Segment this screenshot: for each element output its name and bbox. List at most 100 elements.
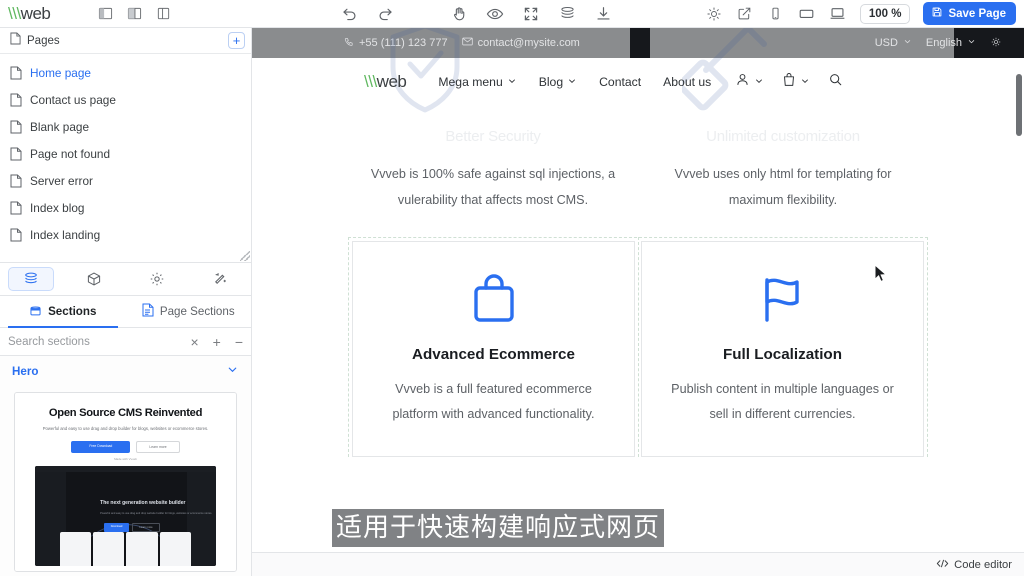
search-icon[interactable] — [828, 72, 843, 92]
save-page-label: Save Page — [948, 7, 1006, 20]
site-email[interactable]: contact@mysite.com — [461, 37, 580, 49]
save-page-button[interactable]: Save Page — [923, 2, 1016, 25]
faded-section-titles: Better Security Unlimited customization — [348, 128, 928, 154]
feature-text: Vvveb uses only html for templating for … — [674, 167, 892, 207]
code-editor-button[interactable]: Code editor — [936, 558, 1012, 572]
user-icon — [735, 72, 750, 92]
currency-selector[interactable]: USD — [875, 37, 912, 49]
thumbnail-secondary-button: Learn more — [136, 440, 180, 453]
nav-link-label: Contact — [599, 75, 642, 89]
section-thumbnail-hero[interactable]: Open Source CMS Reinvented Powerful and … — [14, 392, 237, 572]
document-icon — [10, 93, 22, 107]
tab-page-sections-label: Page Sections — [159, 305, 235, 318]
thumbnail-primary-button: Free Download — [71, 440, 131, 453]
close-icon[interactable]: × — [190, 335, 198, 349]
site-nav-icons — [735, 72, 843, 92]
sections-tab-bar: Sections Page Sections — [0, 296, 251, 328]
left-sidebar: Pages + Home page Contact us page Blank … — [0, 28, 252, 576]
tablet-icon[interactable] — [798, 5, 816, 23]
layers-icon — [8, 267, 55, 291]
feature-cell-customization[interactable]: Vvveb uses only html for templating for … — [638, 154, 928, 232]
language-selector[interactable]: English — [926, 37, 976, 49]
sun-icon[interactable] — [705, 5, 723, 23]
sidebar-item-settings[interactable] — [126, 263, 189, 295]
layers-icon[interactable] — [558, 5, 576, 23]
thumbnail-inner-btn2: Learn more — [132, 522, 160, 532]
nav-link-blog[interactable]: Blog — [539, 75, 577, 89]
sidebar-item-sections[interactable] — [0, 263, 63, 295]
nav-link-contact[interactable]: Contact — [599, 75, 641, 89]
page-item-index-blog[interactable]: Index blog — [0, 194, 251, 221]
zoom-level[interactable]: 100 % — [859, 3, 911, 24]
desktop-icon[interactable] — [829, 5, 847, 23]
undo-icon[interactable] — [340, 5, 358, 23]
feature-card-ecommerce[interactable]: Advanced Ecommerce Vvveb is a full featu… — [352, 240, 635, 458]
bag-icon — [782, 72, 796, 92]
sidebar-item-ai[interactable] — [188, 263, 251, 295]
fullscreen-icon[interactable] — [522, 5, 540, 23]
page-item-not-found[interactable]: Page not found — [0, 140, 251, 167]
theme-toggle-icon[interactable] — [990, 36, 1002, 51]
page-item-index-landing[interactable]: Index landing — [0, 221, 251, 248]
feature-title: Advanced Ecommerce — [412, 345, 575, 363]
external-link-icon[interactable] — [736, 5, 754, 23]
panel-split-icon[interactable] — [125, 5, 143, 23]
accordion-hero[interactable]: Hero — [0, 356, 251, 386]
chevron-down-icon — [800, 73, 810, 91]
mobile-icon[interactable] — [767, 5, 785, 23]
cube-icon — [72, 268, 116, 290]
device-actions-group: 100 % Save Page — [705, 2, 1016, 25]
app-logo[interactable]: \\\ web — [8, 4, 86, 24]
box-icon — [29, 304, 42, 320]
tab-page-sections[interactable]: Page Sections — [126, 296, 252, 327]
chevron-down-icon — [903, 37, 912, 49]
logo-wordmark: web — [20, 3, 51, 23]
expand-all-icon[interactable]: + — [213, 335, 221, 349]
page-item-blank[interactable]: Blank page — [0, 113, 251, 140]
tab-sections[interactable]: Sections — [0, 296, 126, 328]
collapse-all-icon[interactable]: − — [235, 335, 243, 349]
document-icon — [10, 147, 22, 161]
thumbnail-subtitle: Powerful and easy to use drag and drop b… — [42, 426, 209, 431]
scrollbar-thumb[interactable] — [1016, 74, 1022, 136]
page-label: Index blog — [30, 200, 85, 215]
panel-right-icon[interactable] — [154, 5, 172, 23]
download-icon[interactable] — [594, 5, 612, 23]
cart-button[interactable] — [782, 72, 810, 92]
page-label: Server error — [30, 173, 93, 188]
hand-icon[interactable] — [450, 5, 468, 23]
site-email-label: contact@mysite.com — [477, 37, 580, 49]
logo-wordmark: web — [376, 72, 407, 91]
redo-icon[interactable] — [376, 5, 394, 23]
pages-header: Pages + — [0, 28, 251, 54]
user-account-button[interactable] — [735, 72, 764, 92]
site-navbar: \\\web Mega menu Blog Contact About us — [348, 58, 928, 106]
thumbnail-inner-sub: Powerful and easy to use drag and drop w… — [100, 511, 213, 515]
page-label: Index landing — [30, 227, 101, 242]
site-nav-links: Mega menu Blog Contact About us — [438, 75, 711, 89]
feature-cell-security[interactable]: Vvveb is 100% safe against sql injection… — [348, 154, 638, 232]
edit-actions-group — [340, 5, 612, 23]
search-input[interactable] — [8, 335, 177, 348]
page-item-server-error[interactable]: Server error — [0, 167, 251, 194]
page-item-home[interactable]: Home page — [0, 59, 251, 86]
feature-title: Full Localization — [723, 345, 842, 363]
site-topbar: +55 (111) 123 777 contact@mysite.com USD — [252, 28, 1024, 58]
save-disk-icon — [931, 6, 943, 21]
nav-link-mega-menu[interactable]: Mega menu — [438, 75, 516, 89]
page-item-contact-us[interactable]: Contact us page — [0, 86, 251, 113]
chevron-down-icon — [567, 75, 577, 89]
page-canvas[interactable]: +55 (111) 123 777 contact@mysite.com USD — [252, 28, 1024, 576]
nav-link-about-us[interactable]: About us — [663, 75, 711, 89]
sidebar-item-components[interactable] — [63, 263, 126, 295]
pages-document-icon — [10, 32, 21, 50]
page-label: Contact us page — [30, 92, 116, 107]
site-logo[interactable]: \\\web — [364, 72, 407, 92]
eye-icon[interactable] — [486, 5, 504, 23]
add-page-button[interactable]: + — [228, 32, 245, 49]
panel-left-icon[interactable] — [96, 5, 114, 23]
panel-resize-grip[interactable] — [240, 251, 250, 261]
tab-sections-label: Sections — [48, 305, 97, 318]
canvas-scrollbar[interactable] — [1015, 28, 1024, 576]
document-icon — [142, 303, 154, 320]
